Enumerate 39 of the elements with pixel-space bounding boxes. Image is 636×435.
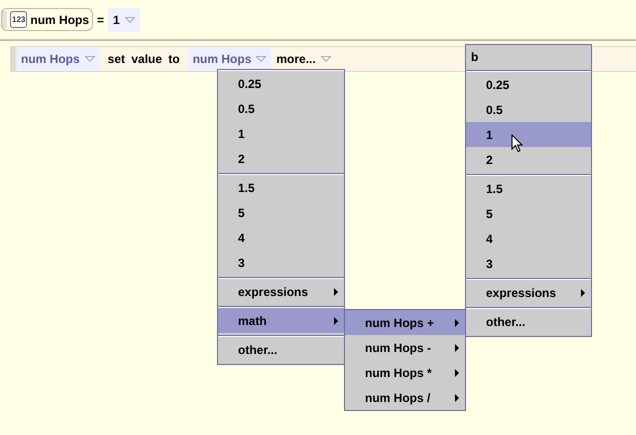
menu-item[interactable]: 1 bbox=[218, 121, 344, 146]
menu-item[interactable]: 4 bbox=[218, 225, 344, 250]
equals-sign: = bbox=[97, 12, 104, 26]
menu-item[interactable]: 1.5 bbox=[218, 175, 344, 200]
menu-item[interactable]: 1 bbox=[466, 122, 591, 147]
number-icon: 123 bbox=[10, 11, 28, 28]
value-dropdown[interactable]: num Hops bbox=[188, 47, 272, 71]
menu-item[interactable]: 4 bbox=[466, 226, 591, 251]
menu-item[interactable]: num Hops / bbox=[345, 385, 465, 410]
menu-item[interactable]: expressions bbox=[466, 280, 591, 305]
menu-item[interactable]: 1.5 bbox=[466, 176, 591, 201]
menu-item[interactable]: 0.5 bbox=[218, 96, 344, 121]
menu-item[interactable]: 5 bbox=[218, 200, 344, 225]
statement-text: set value to bbox=[106, 52, 181, 66]
menu-item[interactable]: math bbox=[218, 308, 344, 333]
menu-item[interactable]: expressions bbox=[218, 279, 344, 304]
menu-item[interactable]: other... bbox=[218, 337, 344, 362]
menu-item[interactable]: num Hops + bbox=[345, 310, 465, 335]
caret-icon bbox=[256, 56, 266, 62]
caret-icon bbox=[124, 16, 135, 22]
target-dropdown[interactable]: num Hops bbox=[16, 47, 100, 71]
menu-item[interactable]: 0.5 bbox=[466, 97, 591, 122]
menu-item[interactable]: other... bbox=[466, 309, 591, 334]
menu-item[interactable]: 3 bbox=[218, 250, 344, 275]
value-dropdown[interactable]: 1 bbox=[108, 8, 140, 32]
menu-item[interactable]: 2 bbox=[218, 146, 344, 171]
menu-item[interactable]: num Hops * bbox=[345, 360, 465, 385]
menu-item[interactable]: 2 bbox=[466, 147, 591, 172]
variable-name: num Hops bbox=[30, 12, 90, 26]
mouse-pointer-icon bbox=[511, 134, 523, 153]
caret-icon bbox=[320, 56, 331, 62]
menu-item[interactable]: 3 bbox=[466, 251, 591, 276]
menu-item[interactable]: 0.25 bbox=[466, 72, 591, 97]
menu-header: b bbox=[466, 45, 591, 71]
menu-item[interactable]: 0.25 bbox=[218, 71, 344, 96]
menu-item[interactable]: num Hops - bbox=[345, 335, 465, 360]
caret-icon bbox=[84, 56, 95, 62]
menu-item[interactable]: 5 bbox=[466, 201, 591, 226]
variable-block[interactable]: 123 num Hops bbox=[1, 8, 94, 31]
